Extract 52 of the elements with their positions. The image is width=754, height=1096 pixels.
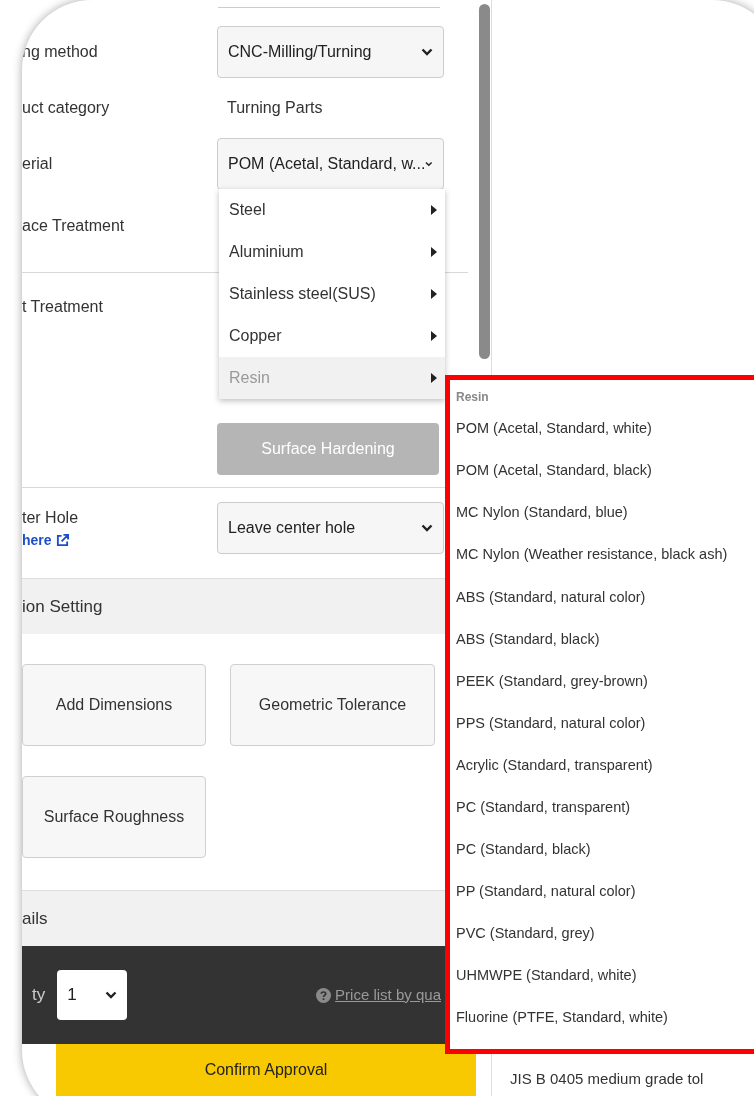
section-title: ails — [22, 907, 48, 930]
field-label: ter Hole — [22, 507, 80, 528]
chevron-down-icon — [425, 160, 433, 168]
select-field[interactable]: POM (Acetal, Standard, w... — [217, 138, 444, 190]
scrollbar-thumb[interactable] — [478, 4, 490, 359]
menu-item[interactable]: PP (Standard, natural color) — [456, 871, 754, 914]
menu-item[interactable]: PC (Standard, black) — [456, 828, 754, 872]
field-value: Turning Parts — [226, 98, 323, 118]
chevron-down-icon — [421, 48, 433, 56]
menu-item[interactable]: Acrylic (Standard, transparent) — [456, 744, 754, 787]
tolerance-note: JIS B 0405 medium grade tol — [510, 1068, 705, 1089]
help-icon — [316, 987, 332, 1003]
submenu-heading: Resin — [456, 389, 490, 406]
menu-item[interactable]: POM (Acetal, Standard, white) — [456, 408, 754, 451]
menu-item[interactable]: ABS (Standard, natural color) — [456, 576, 754, 619]
caret-right-icon — [431, 373, 437, 383]
caret-right-icon — [431, 331, 437, 341]
menu-item[interactable]: Fluorine (PTFE, Standard, white) — [456, 997, 754, 1040]
quantity-label: ty — [32, 984, 46, 1007]
menu-item[interactable]: MC Nylon (Weather resistance, black ash) — [456, 534, 754, 577]
caret-right-icon — [431, 289, 437, 299]
menu-item[interactable]: Stainless steel(SUS) — [219, 273, 445, 315]
menu-item[interactable]: ABS (Standard, black) — [456, 618, 754, 661]
caret-right-icon — [431, 205, 437, 215]
select-field[interactable]: Leave center hole — [217, 502, 444, 554]
menu-item[interactable]: PEEK (Standard, grey-brown) — [456, 660, 754, 703]
option-button[interactable]: Surface Roughness — [22, 776, 206, 858]
menu-item[interactable]: MC Nylon (Standard, blue) — [456, 492, 754, 535]
menu-item[interactable]: Steel — [219, 189, 445, 231]
help-link[interactable]: here — [22, 529, 217, 551]
caret-right-icon — [431, 247, 437, 257]
field-label: erial — [22, 154, 54, 174]
select-field[interactable]: CNC-Milling/Turning — [217, 26, 444, 78]
menu-item[interactable]: POM (Acetal, Standard, black) — [456, 450, 754, 493]
quantity-select[interactable]: 1 — [57, 970, 128, 1020]
field-label: uct category — [22, 98, 111, 118]
field-label: ace Treatment — [22, 216, 126, 236]
external-link-icon — [55, 533, 69, 547]
chevron-down-icon — [421, 524, 433, 532]
menu-item[interactable]: UHMWPE (Standard, white) — [456, 955, 754, 998]
menu-item[interactable]: PPS (Standard, natural color) — [456, 702, 754, 745]
menu-item[interactable]: PC (Standard, transparent) — [456, 786, 754, 829]
menu-item[interactable]: PVC (Standard, grey) — [456, 913, 754, 956]
option-button[interactable]: Add Dimensions — [22, 664, 206, 746]
option-button[interactable]: Geometric Tolerance — [230, 664, 435, 746]
chevron-down-icon — [105, 991, 118, 999]
confirm-approval-button[interactable]: Confirm Approval — [56, 1044, 476, 1096]
section-title: ion Setting — [22, 595, 103, 618]
field-label: t Treatment — [22, 297, 104, 317]
menu-item[interactable]: Aluminium — [219, 231, 445, 273]
price-list-link[interactable]: Price list by qua — [335, 983, 441, 1007]
menu-item[interactable]: Copper — [219, 315, 445, 357]
